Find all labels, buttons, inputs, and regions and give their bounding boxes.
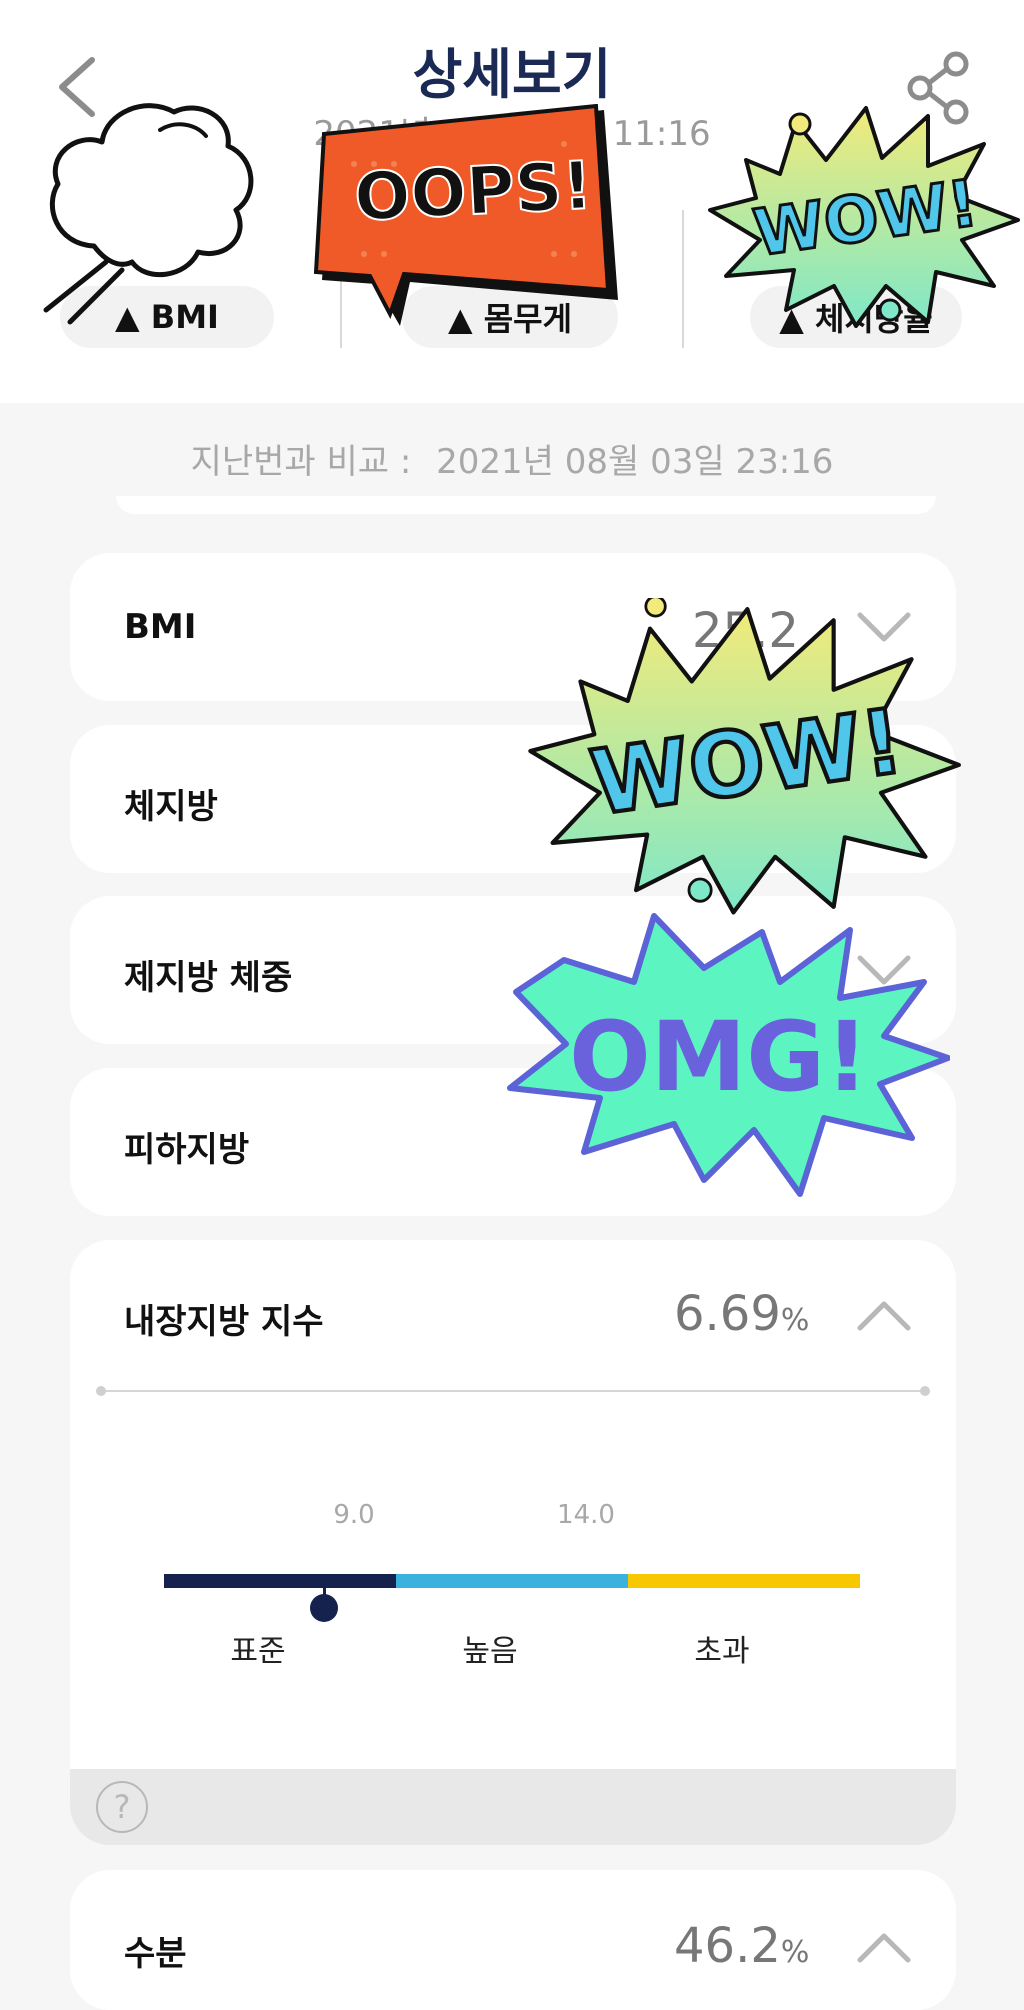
divider-dot (96, 1386, 106, 1396)
measurement-date: 2021년 08월 04일 11:16 (313, 114, 711, 154)
compare-line: 지난번과 비교 : 2021년 08월 03일 23:16 (0, 434, 1024, 483)
metric-card-bmi[interactable]: BMI 25.2 (70, 553, 956, 701)
page-title: 상세보기 (412, 43, 612, 106)
chevron-down-icon[interactable] (854, 950, 914, 990)
help-strip: ? (70, 1769, 956, 1845)
share-icon[interactable] (904, 50, 976, 126)
metric-label: 제지방 체중 (124, 958, 293, 998)
tick-label: 14.0 (557, 1500, 615, 1530)
category-label-high: 높음 (462, 1634, 518, 1669)
metric-label: 피하지방 (124, 1130, 250, 1170)
range-segment-high (396, 1574, 628, 1588)
metric-card-lean-mass[interactable]: 제지방 체중 (70, 896, 956, 1044)
chevron-down-icon[interactable] (854, 607, 914, 647)
metric-label: BMI (124, 607, 197, 647)
metric-card-subcutaneous-fat[interactable]: 피하지방 (70, 1068, 956, 1216)
metric-label: 수분 (124, 1934, 187, 1974)
metric-value: 46.2% (674, 1918, 809, 1974)
metric-value: 6.69% (674, 1286, 809, 1342)
tab-body-fat-rate[interactable]: ▲ 체지방율 (750, 286, 962, 348)
range-bar (164, 1574, 860, 1622)
chevron-up-icon[interactable] (854, 1296, 914, 1336)
metric-value-unit: % (780, 1935, 810, 1970)
metric-value-number: 6.69 (674, 1286, 781, 1342)
help-icon[interactable]: ? (96, 1781, 148, 1833)
tab-divider (682, 210, 684, 348)
category-label-standard: 표준 (230, 1634, 286, 1669)
metric-card-water[interactable]: 수분 46.2% (70, 1870, 956, 2010)
metric-label: 내장지방 지수 (124, 1302, 324, 1342)
metric-value-number: 46.2 (674, 1918, 781, 1974)
compare-label: 지난번과 비교 : (190, 442, 412, 482)
metric-value-unit: % (780, 1303, 810, 1338)
metric-card-visceral-fat: 내장지방 지수 6.69% 9.0 14.0 표준 높음 초과 ? (70, 1240, 956, 1845)
range-segment-standard (164, 1574, 396, 1588)
value-indicator (310, 1574, 339, 1622)
metric-card-body-fat[interactable]: 체지방 (70, 725, 956, 873)
range-segment-over (628, 1574, 860, 1588)
divider-line (100, 1390, 926, 1392)
divider-dot (920, 1386, 930, 1396)
category-label-over: 초과 (694, 1634, 750, 1669)
tab-bmi[interactable]: ▲ BMI (60, 286, 274, 348)
chevron-up-icon[interactable] (854, 1928, 914, 1968)
compare-date: 2021년 08월 03일 23:16 (436, 442, 834, 482)
metric-label: 체지방 (124, 787, 218, 827)
tab-divider (340, 214, 342, 348)
tick-label: 9.0 (333, 1500, 375, 1530)
tab-weight[interactable]: ▲ 몸무게 (402, 286, 618, 348)
metric-value: 25.2 (692, 603, 799, 659)
card-edge (116, 496, 936, 514)
header: 상세보기 2021년 08월 04일 11:16 ▲ BMI ▲ 몸무게 ▲ 체… (0, 0, 1024, 403)
